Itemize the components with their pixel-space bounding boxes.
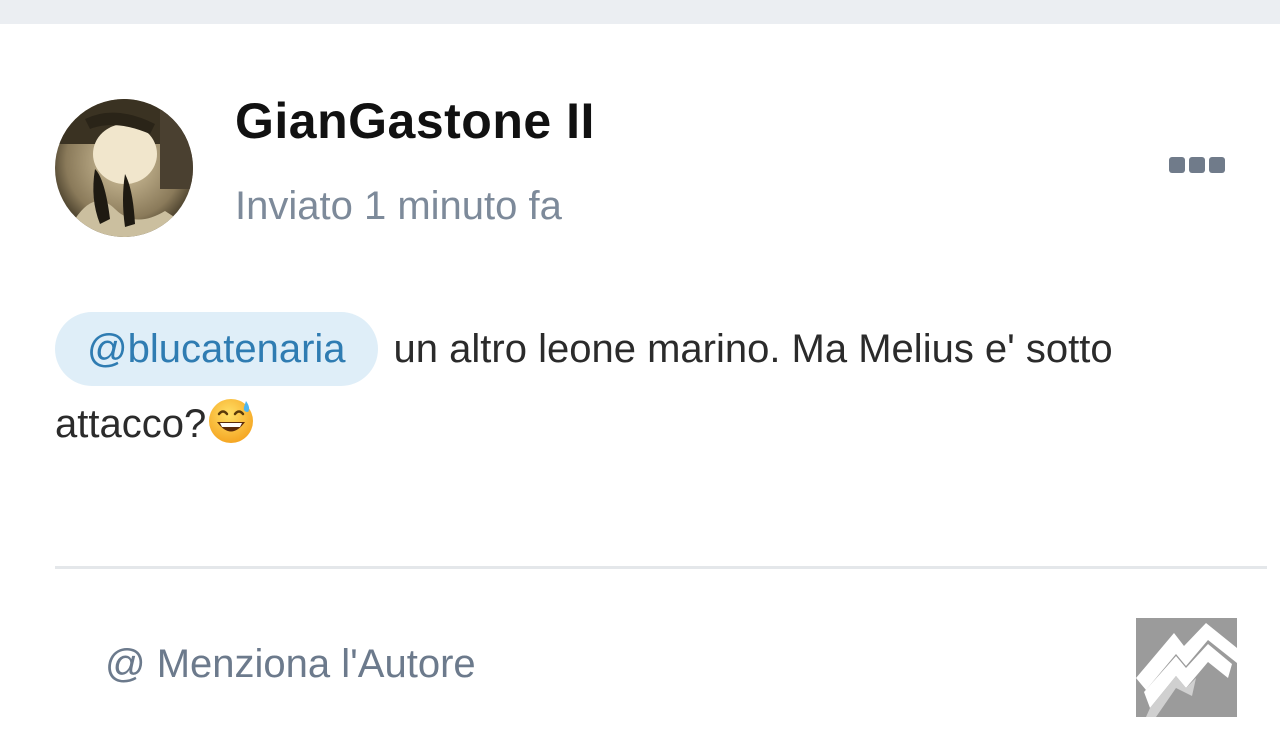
mention-chip[interactable]: @blucatenaria [55, 312, 378, 386]
post-card: GianGastone II Inviato 1 minuto fa @bluc… [0, 24, 1280, 747]
avatar[interactable] [55, 99, 193, 237]
m-logo-icon [1136, 618, 1237, 717]
post-body: @blucatenaria un altro leone marino. Ma M… [55, 312, 1225, 462]
more-dot [1189, 157, 1205, 173]
top-bar [0, 0, 1280, 24]
divider [55, 566, 1267, 569]
more-dot [1209, 157, 1225, 173]
more-dot [1169, 157, 1185, 173]
more-options-icon[interactable] [1162, 148, 1232, 182]
author-name[interactable]: GianGastone II [235, 92, 595, 150]
grinning-face-with-sweat-icon [209, 399, 254, 443]
post-timestamp: Inviato 1 minuto fa [235, 184, 562, 228]
mention-author-button[interactable]: @ Menziona l'Autore [105, 642, 476, 687]
